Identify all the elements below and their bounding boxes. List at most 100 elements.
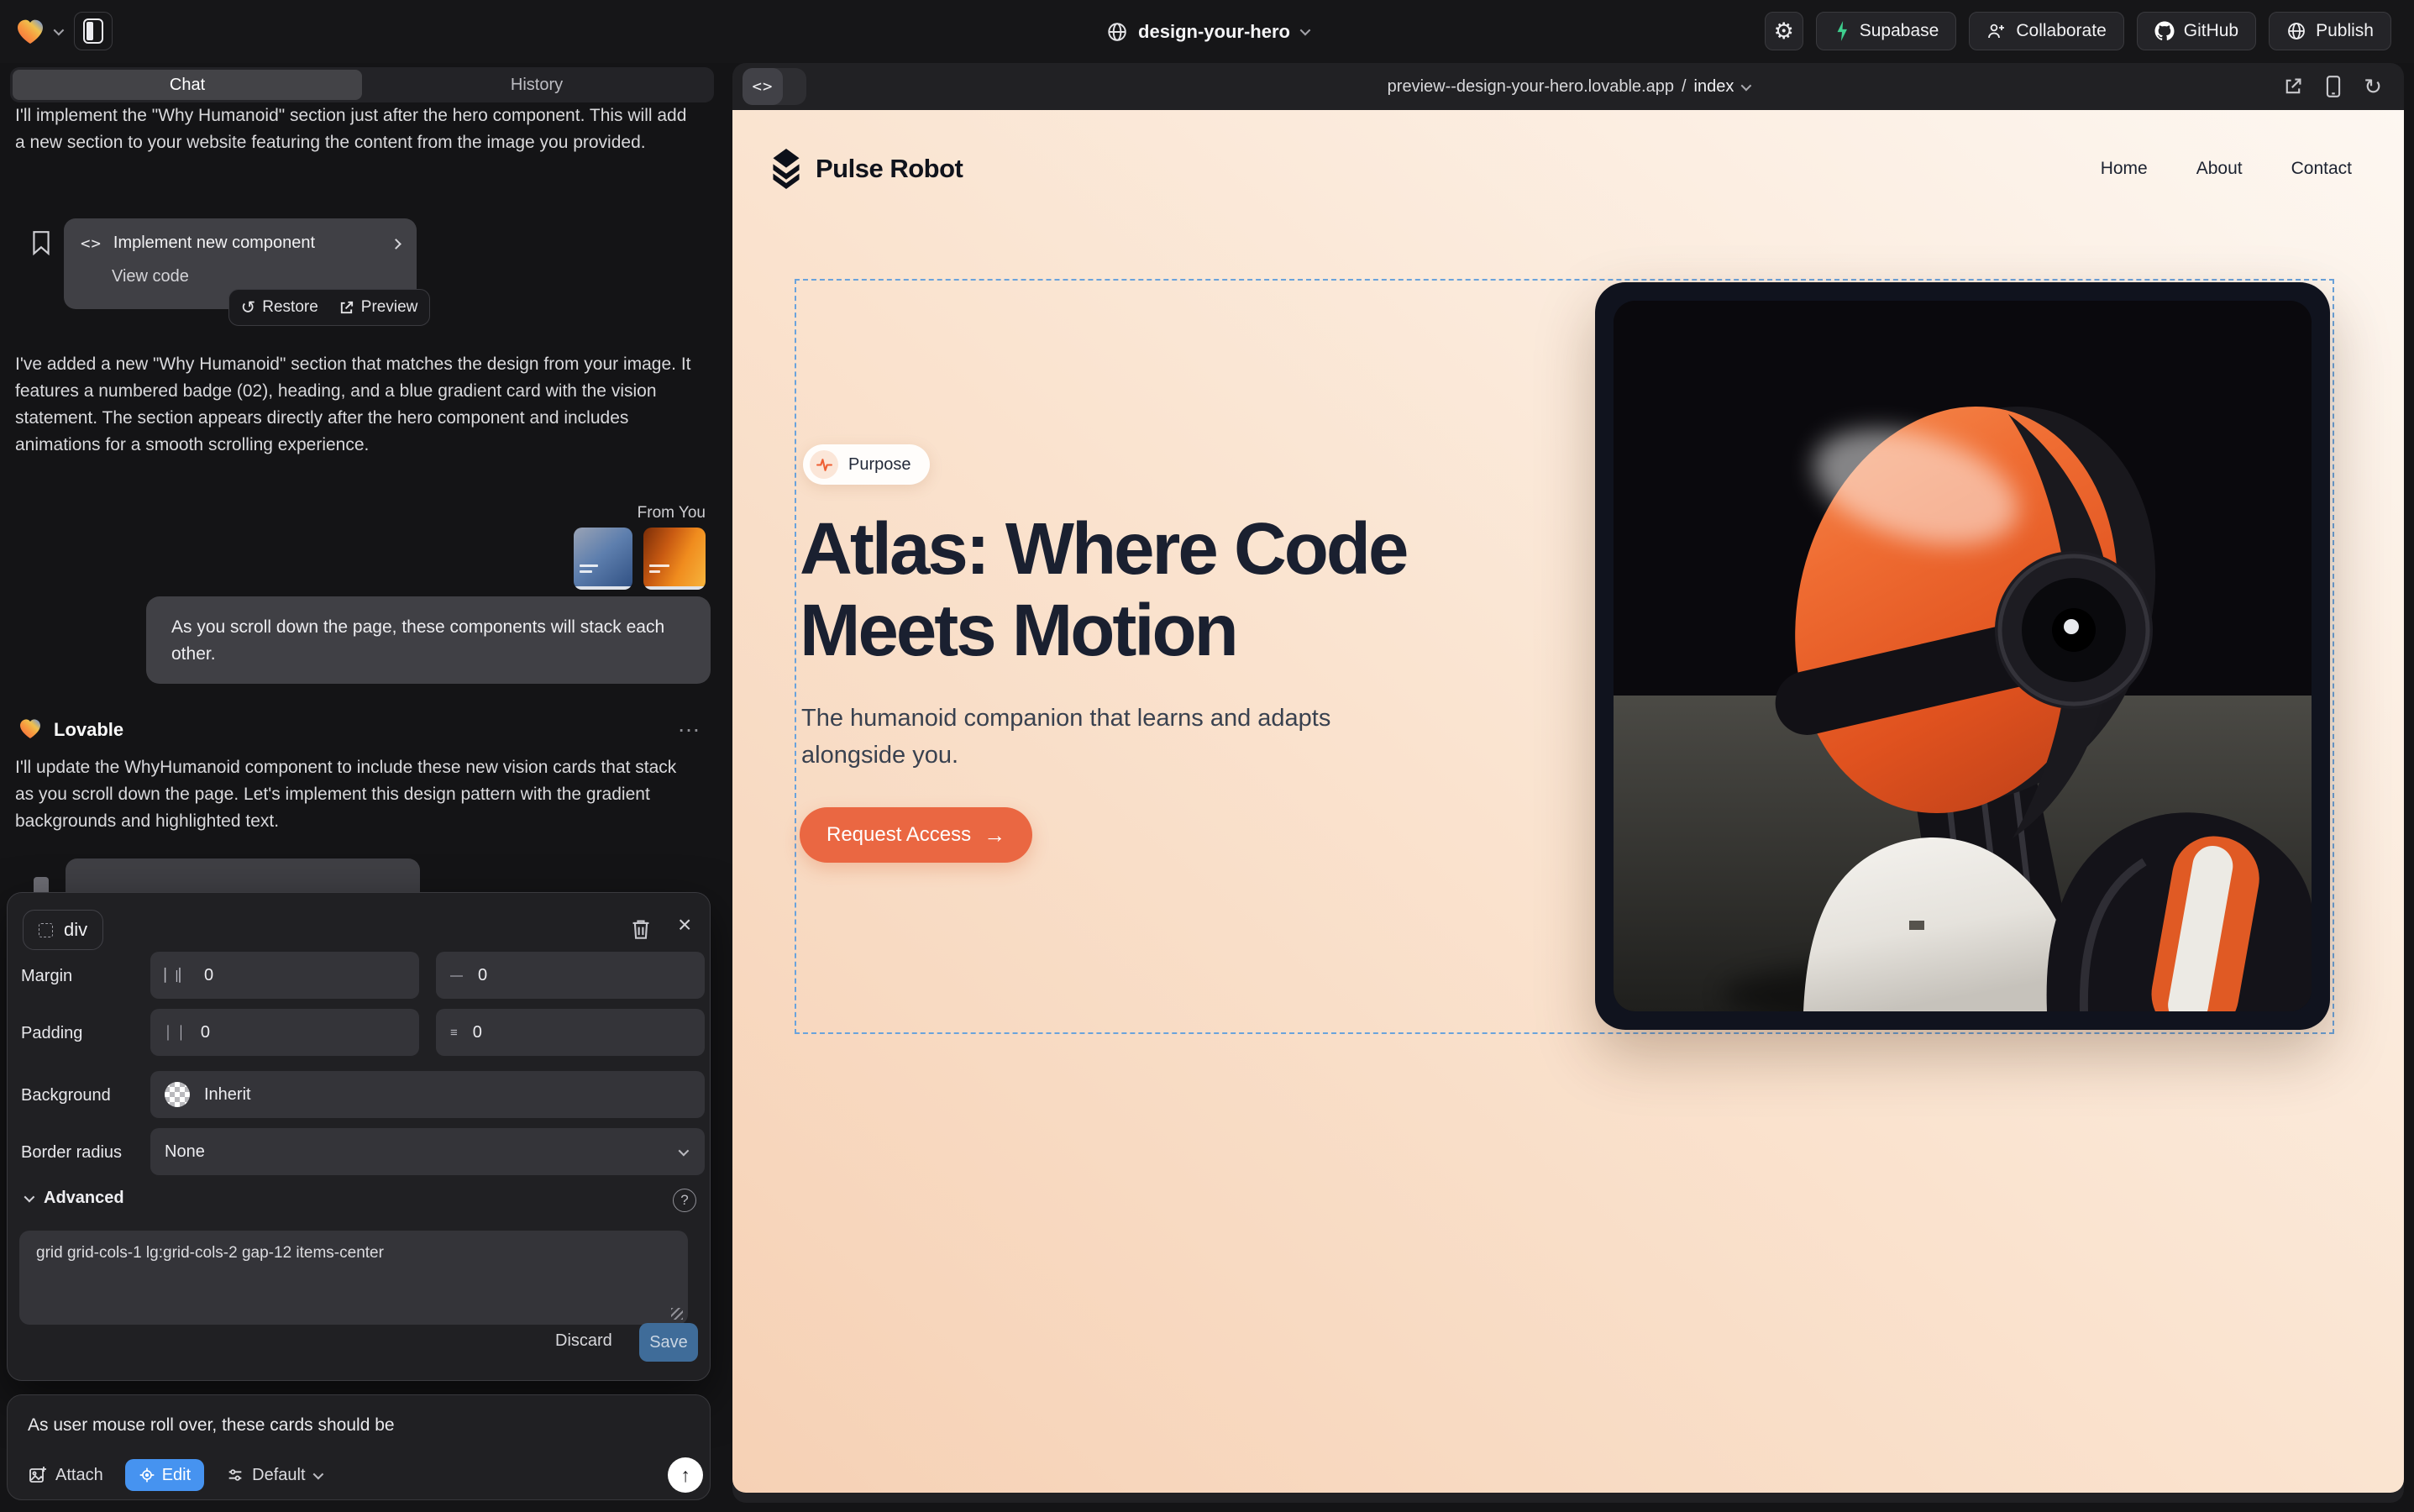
github-button[interactable]: GitHub: [2137, 12, 2256, 50]
restore-preview-toolbar: ↺ Restore Preview: [228, 289, 430, 326]
padding-x-icon: │ │: [165, 1026, 186, 1040]
user-message-bubble: As you scroll down the page, these compo…: [146, 596, 711, 684]
purpose-badge: Purpose: [803, 444, 930, 485]
send-button[interactable]: ↑: [668, 1457, 703, 1493]
save-button[interactable]: Save: [639, 1323, 698, 1362]
bookmark-icon[interactable]: [30, 230, 52, 255]
tab-chat[interactable]: Chat: [13, 70, 362, 100]
preview-website: Pulse Robot Home About Contact Purpose A…: [732, 110, 2404, 1493]
padding-y-input[interactable]: ≡ 0: [436, 1009, 705, 1056]
margin-x-value: 0: [204, 966, 213, 985]
supabase-label: Supabase: [1860, 21, 1939, 41]
attach-button[interactable]: Attach: [28, 1465, 103, 1485]
request-access-button[interactable]: Request Access →: [800, 807, 1032, 863]
restore-button[interactable]: ↺ Restore: [241, 297, 318, 318]
supabase-button[interactable]: Supabase: [1816, 12, 1957, 50]
border-radius-value: None: [165, 1142, 205, 1162]
hero-heading: Atlas: Where Code Meets Motion: [800, 508, 1406, 671]
preview-header: <> preview--design-your-hero.lovable.app…: [732, 63, 2404, 110]
site-brand-name: Pulse Robot: [816, 154, 963, 184]
nav-contact[interactable]: Contact: [2291, 159, 2352, 179]
transparency-swatch-icon: [165, 1082, 190, 1107]
site-brand[interactable]: Pulse Robot: [769, 149, 963, 189]
margin-x-icon: ▏|▏: [165, 968, 190, 983]
padding-y-value: 0: [473, 1023, 482, 1042]
select-caret-icon: [679, 1145, 690, 1156]
top-bar: design-your-hero ⚙ Supabase Collaborate …: [0, 0, 2414, 63]
margin-x-input[interactable]: ▏|▏ 0: [150, 952, 419, 999]
message-menu-icon[interactable]: …: [677, 711, 702, 738]
attach-label: Attach: [55, 1466, 103, 1485]
nav-home[interactable]: Home: [2101, 159, 2148, 179]
github-icon: [2154, 21, 2175, 41]
close-icon[interactable]: ×: [678, 911, 691, 938]
border-radius-label: Border radius: [21, 1143, 122, 1163]
tab-history[interactable]: History: [362, 70, 711, 100]
margin-y-input[interactable]: — 0: [436, 952, 705, 999]
classes-textarea[interactable]: grid grid-cols-1 lg:grid-cols-2 gap-12 i…: [19, 1231, 688, 1325]
arrow-right-icon: →: [984, 822, 1005, 848]
open-external-icon[interactable]: [2283, 76, 2303, 97]
edit-mode-button[interactable]: Edit: [125, 1459, 204, 1491]
project-switcher[interactable]: design-your-hero: [1106, 0, 1308, 63]
purpose-badge-label: Purpose: [848, 455, 911, 475]
padding-x-value: 0: [201, 1023, 210, 1042]
collaborate-users-icon: [1986, 21, 2007, 41]
component-card-chevron-icon[interactable]: [391, 239, 401, 249]
component-card-title: Implement new component: [113, 234, 315, 253]
padding-label: Padding: [21, 1024, 82, 1043]
nav-about[interactable]: About: [2196, 159, 2243, 179]
url-caret-icon: [1741, 80, 1752, 91]
background-input[interactable]: Inherit: [150, 1071, 705, 1118]
robot-image: [1614, 301, 2312, 1011]
github-label: GitHub: [2184, 21, 2238, 41]
preview-label: Preview: [361, 298, 418, 317]
assistant-message-2: I've added a new "Why Humanoid" section …: [15, 351, 695, 459]
sidebar-toggle-button[interactable]: [74, 12, 113, 50]
trash-icon[interactable]: [631, 918, 651, 940]
border-radius-select[interactable]: None: [150, 1128, 705, 1175]
help-icon[interactable]: ?: [673, 1189, 696, 1212]
preview-button[interactable]: Preview: [338, 298, 418, 317]
advanced-section-toggle[interactable]: Advanced: [24, 1189, 124, 1208]
mobile-view-icon[interactable]: [2325, 76, 2342, 97]
chat-composer[interactable]: As user mouse roll over, these cards sho…: [7, 1394, 711, 1500]
restore-icon: ↺: [241, 297, 256, 318]
lovable-heart-logo[interactable]: [13, 14, 47, 48]
composer-input[interactable]: As user mouse roll over, these cards sho…: [28, 1415, 395, 1436]
lovable-heart-icon: [17, 715, 44, 742]
preview-url-bar[interactable]: preview--design-your-hero.lovable.app / …: [732, 63, 2404, 110]
attachment-thumbnail-orange[interactable]: [643, 528, 706, 590]
view-code-link[interactable]: View code: [112, 267, 189, 286]
project-name: design-your-hero: [1138, 21, 1290, 43]
attachment-thumbnail-blue[interactable]: [574, 528, 632, 590]
arrow-up-icon: ↑: [680, 1464, 690, 1487]
selected-element-chip[interactable]: div: [23, 910, 103, 950]
background-value: Inherit: [204, 1085, 251, 1105]
target-icon: [139, 1467, 155, 1483]
edit-label: Edit: [162, 1466, 191, 1485]
publish-button[interactable]: Publish: [2269, 12, 2391, 50]
publish-globe-icon: [2286, 21, 2306, 41]
model-selector[interactable]: Default: [226, 1466, 320, 1485]
from-you-label: From You: [15, 504, 706, 522]
settings-button[interactable]: ⚙: [1765, 12, 1803, 50]
sidebar-toggle-icon: [83, 18, 103, 44]
margin-y-icon: —: [450, 969, 464, 983]
refresh-icon[interactable]: ↻: [2364, 74, 2382, 100]
preview-url: preview--design-your-hero.lovable.app: [1388, 77, 1674, 97]
external-link-icon: [338, 300, 354, 316]
padding-x-input[interactable]: │ │ 0: [150, 1009, 419, 1056]
padding-y-icon: ≡: [450, 1026, 459, 1040]
discard-button[interactable]: Discard: [555, 1331, 612, 1351]
model-label: Default: [252, 1466, 305, 1485]
advanced-label: Advanced: [44, 1189, 124, 1208]
restore-label: Restore: [262, 298, 318, 317]
workspace-caret-icon[interactable]: [54, 25, 65, 36]
pulse-icon: [816, 457, 832, 473]
globe-icon: [1106, 21, 1128, 43]
hero-subtitle: The humanoid companion that learns and a…: [801, 700, 1406, 774]
collaborate-button[interactable]: Collaborate: [1969, 12, 2123, 50]
pulse-robot-logo-icon: [769, 149, 803, 189]
element-outline-icon: [39, 923, 53, 937]
